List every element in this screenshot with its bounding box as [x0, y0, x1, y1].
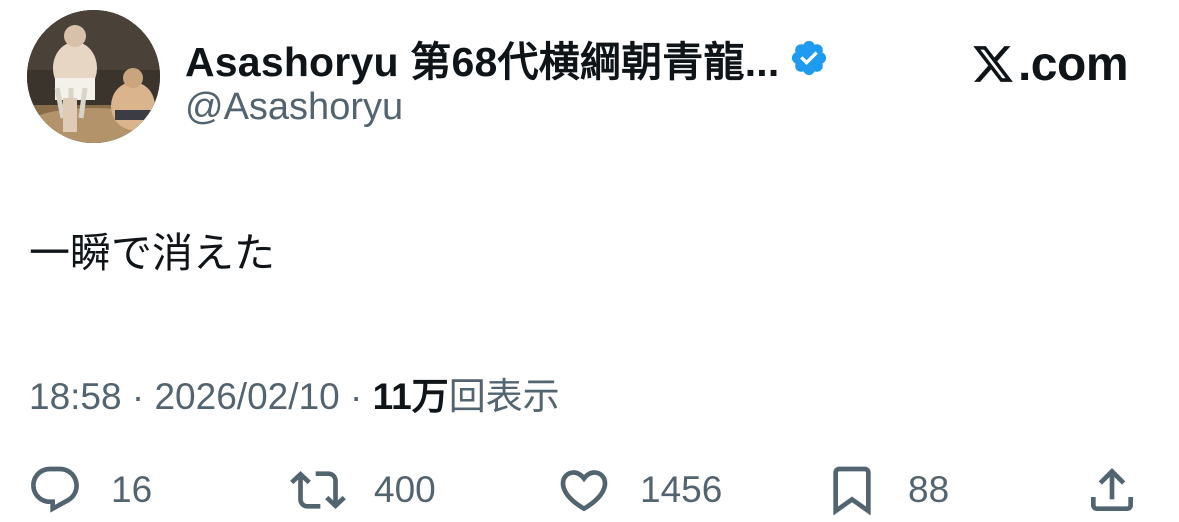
views-count: 11万	[372, 376, 449, 417]
tweet-date[interactable]: 2026/02/10	[154, 376, 339, 417]
bookmark-icon	[833, 466, 871, 516]
meta-separator: ·	[121, 376, 155, 417]
retweet-button[interactable]: 400	[290, 458, 436, 522]
reply-count: 16	[111, 469, 153, 510]
name-row: Asashoryu 第68代横綱朝青龍...	[185, 30, 829, 86]
brand-mark: .com	[970, 36, 1129, 92]
meta-separator: ·	[339, 376, 373, 417]
user-handle[interactable]: @Asashoryu	[185, 86, 403, 129]
avatar-image	[27, 10, 160, 143]
heart-icon	[560, 470, 608, 512]
display-name[interactable]: Asashoryu 第68代横綱朝青龍...	[185, 28, 779, 88]
action-bar: 16 400 1456 88	[0, 458, 1179, 522]
avatar[interactable]	[27, 10, 160, 143]
brand-text: .com	[1017, 37, 1129, 91]
tweet-time[interactable]: 18:58	[29, 376, 122, 417]
bookmark-count: 88	[908, 469, 950, 510]
bookmark-button[interactable]: 88	[824, 458, 949, 522]
reply-icon	[31, 466, 79, 513]
tweet-text: 一瞬で消えた	[29, 230, 275, 276]
reply-button[interactable]: 16	[27, 458, 152, 522]
tweet-meta: 18:58 · 2026/02/10 · 11万回表示	[29, 366, 560, 420]
like-button[interactable]: 1456	[556, 458, 722, 522]
retweet-count: 400	[374, 469, 436, 510]
like-count: 1456	[640, 469, 723, 510]
verified-badge-icon	[792, 40, 827, 76]
retweet-icon	[290, 471, 346, 509]
share-button[interactable]	[1084, 458, 1140, 522]
views-label: 回表示	[448, 376, 560, 417]
x-logo-icon	[973, 46, 1013, 82]
tweet-header: Asashoryu 第68代横綱朝青龍... @Asashoryu .com	[27, 10, 1152, 144]
share-icon	[1091, 468, 1133, 511]
